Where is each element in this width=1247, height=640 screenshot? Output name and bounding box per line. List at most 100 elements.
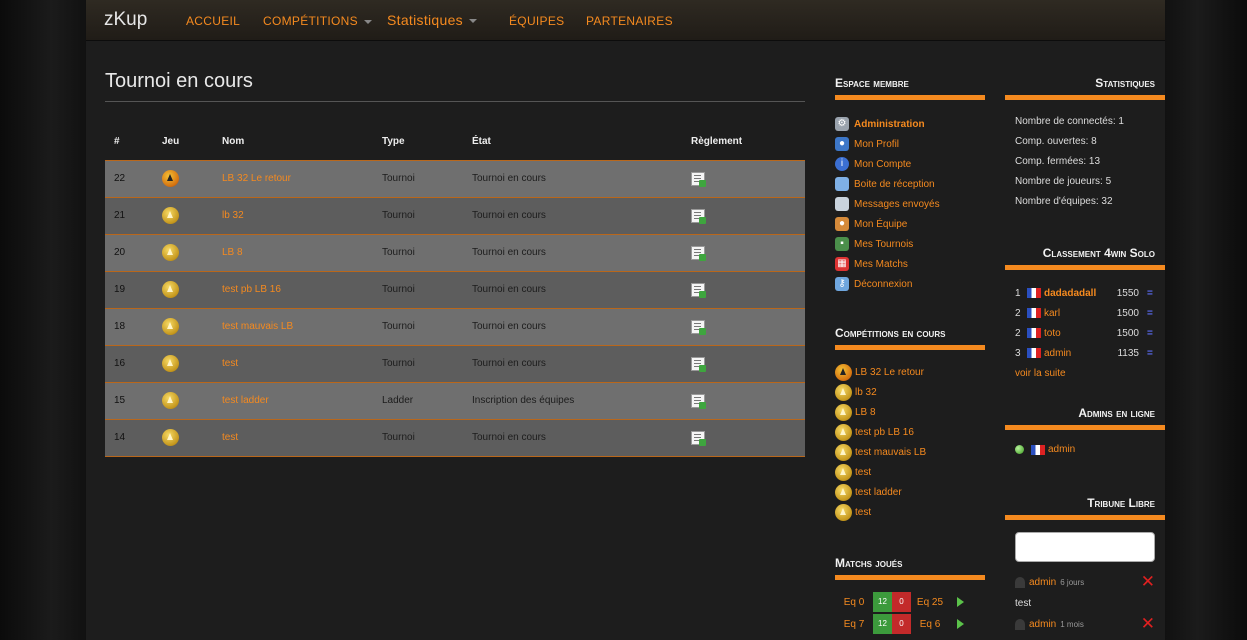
row-name-link[interactable]: test pb LB 16 [213, 271, 373, 309]
arrow-right-icon[interactable] [957, 619, 964, 629]
match-row[interactable]: Eq 0 12 0 Eq 25 [835, 591, 964, 613]
member-item-label: Administration [854, 118, 925, 130]
rules-document-icon[interactable] [691, 208, 706, 224]
rank-trend: = [1147, 287, 1153, 299]
rank-score: 1550 [1116, 287, 1139, 299]
see-more-link[interactable]: voir la suite [1015, 368, 1066, 379]
rank-score: 1135 [1117, 347, 1139, 359]
member-item-logout[interactable]: ⚷ Déconnexion [835, 274, 940, 294]
table-row[interactable]: 20 LB 8 Tournoi Tournoi en cours [105, 234, 805, 272]
competition-item[interactable]: test [835, 502, 926, 522]
rules-document-icon[interactable] [691, 171, 706, 187]
competition-item[interactable]: test mauvais LB [835, 442, 926, 462]
shout-author-link[interactable]: admin [1029, 619, 1056, 630]
chat-bubble-icon [835, 197, 849, 211]
match-row[interactable]: Eq 7 12 0 Eq 6 [835, 613, 964, 635]
row-state: Tournoi en cours [463, 308, 682, 346]
col-name: Nom [213, 123, 373, 161]
row-name-link[interactable]: test mauvais LB [213, 308, 373, 346]
flag-fr-icon [1027, 348, 1041, 358]
row-name-link[interactable]: LB 32 Le retour [213, 160, 373, 198]
table-row[interactable]: 21 lb 32 Tournoi Tournoi en cours [105, 197, 805, 235]
competition-item[interactable]: test [835, 462, 926, 482]
competition-item[interactable]: test ladder [835, 482, 926, 502]
member-item-team[interactable]: ● Mon Équipe [835, 214, 940, 234]
row-name-link[interactable]: test [213, 419, 373, 457]
online-admin[interactable]: admin [1015, 444, 1075, 455]
member-item-compte[interactable]: i Mon Compte [835, 154, 940, 174]
rules-document-icon[interactable] [691, 282, 706, 298]
special-medal-icon [835, 363, 852, 381]
row-name-link[interactable]: test ladder [213, 382, 373, 420]
rules-document-icon[interactable] [691, 319, 706, 335]
nav-competitions[interactable]: Compétitions [263, 14, 372, 28]
shout-time: 6 jours [1060, 577, 1085, 587]
rank-player-link[interactable]: admin [1044, 348, 1107, 359]
table-row[interactable]: 19 test pb LB 16 Tournoi Tournoi en cour… [105, 271, 805, 309]
rules-document-icon[interactable] [691, 245, 706, 261]
rules-document-icon[interactable] [691, 393, 706, 409]
rules-document-icon[interactable] [691, 430, 706, 446]
flag-fr-icon [1027, 288, 1041, 298]
member-item-matchs[interactable]: ▦ Mes Matchs [835, 254, 940, 274]
row-name-link[interactable]: test [213, 345, 373, 383]
delete-x-icon[interactable]: ✕ [1141, 573, 1155, 590]
competition-item[interactable]: LB 8 [835, 402, 926, 422]
row-rules [682, 308, 805, 346]
medal-icon [162, 244, 179, 261]
rank-player-link[interactable]: dadadadall [1044, 288, 1107, 299]
nav-statistiques[interactable]: Statistiques [387, 12, 477, 28]
rank-player-link[interactable]: karl [1044, 308, 1107, 319]
flag-fr-icon [1027, 328, 1041, 338]
page: zKup Accueil Compétitions Statistiques É… [86, 0, 1165, 640]
match-score-b: 0 [892, 592, 911, 612]
member-item-inbox[interactable]: Boite de réception [835, 174, 940, 194]
match-score-a: 12 [873, 592, 892, 612]
medal-icon [835, 383, 852, 401]
table-row[interactable]: 18 test mauvais LB Tournoi Tournoi en co… [105, 308, 805, 346]
ranking-row: 1 dadadadall 1550 = [1015, 283, 1153, 303]
row-type: Tournoi [373, 160, 463, 198]
table-row[interactable]: 22 LB 32 Le retour Tournoi Tournoi en co… [105, 160, 805, 198]
table-row[interactable]: 15 test ladder Ladder Inscription des éq… [105, 382, 805, 420]
competition-item[interactable]: LB 32 Le retour [835, 362, 926, 382]
rank-player-link[interactable]: toto [1044, 328, 1107, 339]
arrow-right-icon[interactable] [957, 597, 964, 607]
shoutbox-input[interactable] [1015, 532, 1155, 562]
member-item-administration[interactable]: ⚙ Administration [835, 114, 940, 134]
competition-item[interactable]: test pb LB 16 [835, 422, 926, 442]
row-name-link[interactable]: lb 32 [213, 197, 373, 235]
chat-bubble-icon [835, 177, 849, 191]
ranking-section-title: Classement 4win Solo [1005, 246, 1165, 270]
row-id: 19 [105, 271, 153, 309]
nav-equipes[interactable]: Équipes [509, 14, 564, 28]
row-type: Tournoi [373, 271, 463, 309]
member-item-sent[interactable]: Messages envoyés [835, 194, 940, 214]
user-icon: ● [835, 137, 849, 151]
competition-item[interactable]: lb 32 [835, 382, 926, 402]
rules-document-icon[interactable] [691, 356, 706, 372]
nav-partenaires[interactable]: Partenaires [586, 14, 673, 28]
ranking-row: 2 toto 1500 = [1015, 323, 1153, 343]
online-admin-name[interactable]: admin [1048, 444, 1075, 455]
match-team-a[interactable]: Eq 7 [835, 619, 873, 630]
shout-author-link[interactable]: admin [1029, 577, 1056, 588]
stats-section-title: Statistiques [1005, 76, 1165, 100]
row-rules [682, 345, 805, 383]
flag-fr-icon [1027, 308, 1041, 318]
member-item-tournois[interactable]: ▪ Mes Tournois [835, 234, 940, 254]
table-row[interactable]: 16 test Tournoi Tournoi en cours [105, 345, 805, 383]
user-avatar-icon [1015, 576, 1025, 588]
stat-closed-comps: Comp. fermées: 13 [1015, 156, 1101, 167]
table-row[interactable]: 14 test Tournoi Tournoi en cours [105, 419, 805, 457]
brand-logo[interactable]: zKup [104, 9, 147, 31]
match-team-b[interactable]: Eq 25 [911, 597, 949, 608]
shout-header: admin 6 jours ✕ [1015, 573, 1155, 590]
member-item-profil[interactable]: ● Mon Profil [835, 134, 940, 154]
row-name-link[interactable]: LB 8 [213, 234, 373, 272]
delete-x-icon[interactable]: ✕ [1141, 615, 1155, 632]
match-team-b[interactable]: Eq 6 [911, 619, 949, 630]
chevron-down-icon [468, 19, 477, 24]
nav-accueil[interactable]: Accueil [186, 14, 240, 28]
match-team-a[interactable]: Eq 0 [835, 597, 873, 608]
